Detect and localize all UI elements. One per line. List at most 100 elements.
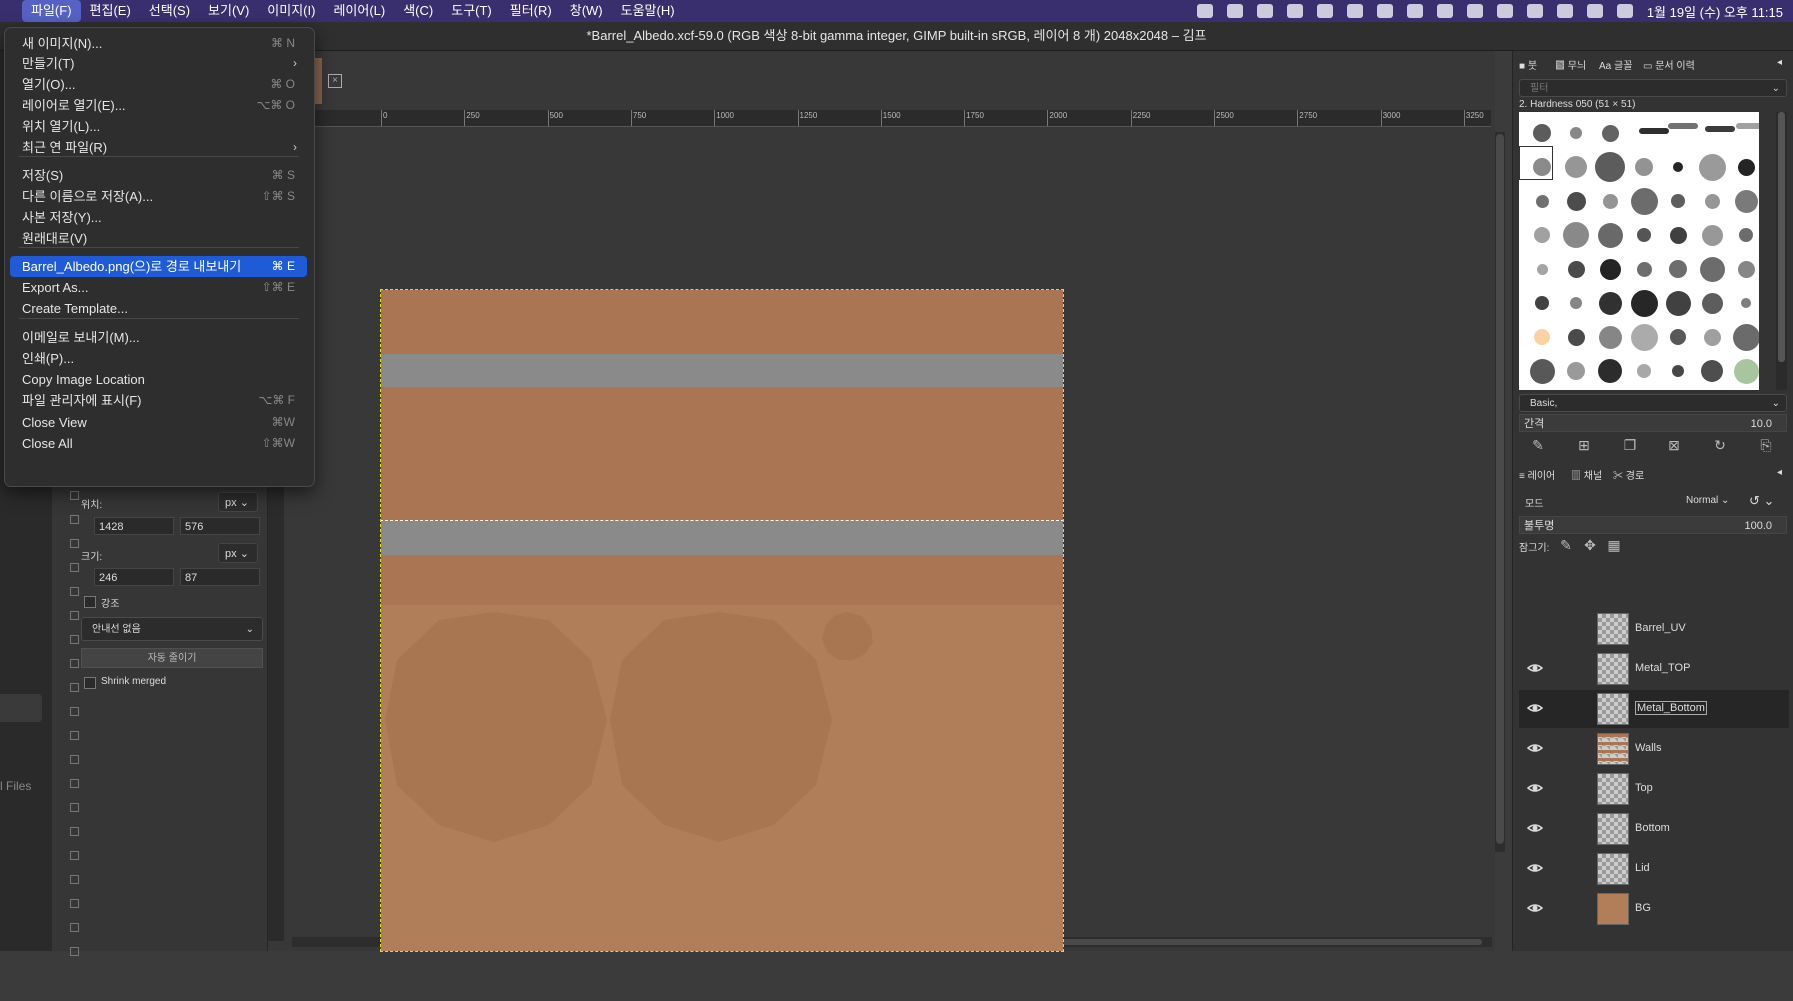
open-as-image-icon[interactable]: ⎘ — [1757, 436, 1775, 454]
brush-sample[interactable] — [1673, 162, 1683, 172]
layer-row[interactable]: Walls — [1519, 730, 1789, 768]
menu-file[interactable]: 파일(F) — [22, 0, 81, 22]
clock[interactable]: 1월 19일 (수) 오후 11:15 — [1647, 2, 1783, 21]
layer-row[interactable]: Barrel_UV — [1519, 610, 1789, 648]
tool-checkbox[interactable] — [70, 947, 79, 956]
layer-name[interactable]: Barrel_UV — [1635, 622, 1686, 634]
tool-checkbox[interactable] — [70, 923, 79, 932]
tool-checkbox[interactable] — [70, 515, 79, 524]
brush-sample[interactable] — [1637, 228, 1651, 242]
brush-sample[interactable] — [1599, 258, 1621, 280]
file-menu-item[interactable]: Barrel_Albedo.png(으)로 경로 내보내기 ⌘ E — [10, 256, 307, 277]
brush-sample[interactable] — [1669, 260, 1687, 278]
position-y-input[interactable]: 576 — [180, 517, 260, 535]
dock-menu-icon[interactable]: ◂ — [1777, 467, 1782, 478]
file-menu-item[interactable]: 열기(O)... ⌘ O — [10, 74, 307, 95]
brush-sample[interactable] — [1535, 296, 1549, 310]
layer-name[interactable]: Metal_TOP — [1635, 662, 1690, 674]
brush-sample[interactable] — [1535, 194, 1549, 208]
brush-scrollbar[interactable] — [1776, 112, 1787, 390]
mode-dropdown[interactable]: Normal ⌄ — [1686, 495, 1729, 506]
brush-sample[interactable] — [1630, 187, 1658, 215]
eye-icon[interactable] — [1526, 660, 1544, 676]
brush-sample[interactable] — [1598, 325, 1622, 349]
brush-sample[interactable] — [1536, 263, 1548, 275]
vscode-icon[interactable] — [1226, 4, 1243, 18]
brush-sample[interactable] — [1534, 227, 1550, 243]
wifi-icon[interactable] — [1406, 4, 1423, 18]
menu-help[interactable]: 도움말(H) — [612, 0, 684, 22]
scroll-thumb[interactable] — [1778, 112, 1785, 362]
brush-sample[interactable] — [1703, 328, 1721, 346]
tool-checkbox[interactable] — [70, 563, 79, 572]
brush-sample[interactable] — [1630, 323, 1658, 351]
tool-checkbox[interactable] — [70, 707, 79, 716]
tool-checkbox[interactable] — [70, 899, 79, 908]
brush-sample[interactable] — [1733, 358, 1759, 384]
position-x-input[interactable]: 1428 — [94, 517, 174, 535]
brush-sample[interactable] — [1701, 224, 1723, 246]
tool-checkbox[interactable] — [70, 755, 79, 764]
file-menu-item[interactable]: 이메일로 보내기(M)... — [10, 327, 307, 348]
brush-sample[interactable] — [1563, 222, 1589, 248]
brush-sample[interactable] — [1701, 360, 1723, 382]
layer-name[interactable]: Top — [1635, 782, 1653, 794]
eye-icon[interactable] — [1526, 700, 1544, 716]
file-menu-item[interactable]: 저장(S) ⌘ S — [10, 165, 307, 186]
teamviewer-icon[interactable] — [1256, 4, 1273, 18]
menu-filters[interactable]: 필터(R) — [501, 0, 561, 22]
brush-sample[interactable] — [1670, 329, 1686, 345]
layer-name[interactable]: Metal_Bottom — [1635, 701, 1707, 715]
eye-icon[interactable] — [1526, 780, 1544, 796]
brush-sample[interactable] — [1567, 328, 1585, 346]
brushes-tab[interactable]: ■ 붓 — [1519, 57, 1537, 72]
sync-icon[interactable] — [1286, 4, 1303, 18]
horizontal-ruler[interactable]: 0 250 500 750 1000 1250 1500 1750 2000 2250 2500 27… — [315, 110, 1491, 127]
layer-row[interactable]: Bottom — [1519, 810, 1789, 848]
brush-sample[interactable] — [1630, 289, 1658, 317]
history-tab[interactable]: ▭ 문서 이력 — [1643, 57, 1695, 72]
shrink-merged-checkbox[interactable] — [84, 677, 96, 689]
car-icon[interactable] — [1436, 4, 1453, 18]
tool-checkbox[interactable] — [70, 587, 79, 596]
dock-menu-icon[interactable]: ◂ — [1777, 57, 1782, 68]
brush-sample[interactable] — [1672, 365, 1684, 377]
layer-row[interactable]: BG — [1519, 890, 1789, 928]
brush-sample[interactable] — [1704, 193, 1720, 209]
vpn-icon[interactable] — [1196, 4, 1213, 18]
control-center-icon[interactable] — [1586, 4, 1603, 18]
eye-icon[interactable] — [1527, 620, 1543, 636]
file-menu-item[interactable]: 새 이미지(N)... ⌘ N — [10, 33, 307, 54]
menu-view[interactable]: 보기(V) — [199, 0, 258, 22]
brush-sample[interactable] — [1534, 329, 1550, 345]
file-menu-item[interactable]: 사본 저장(Y)... — [10, 207, 307, 228]
image-canvas[interactable] — [380, 289, 1064, 952]
brush-sample[interactable] — [1597, 222, 1623, 248]
brush-sample[interactable] — [1704, 125, 1735, 132]
battery-icon[interactable] — [1526, 4, 1543, 18]
vertical-scrollbar[interactable] — [1495, 132, 1505, 852]
guides-dropdown[interactable]: 안내선 없음 ⌄ — [81, 617, 263, 641]
size-unit-select[interactable]: px ⌄ — [218, 543, 258, 563]
brush-sample[interactable] — [1598, 359, 1622, 383]
layers-tab[interactable]: ≡ 레이어 — [1519, 467, 1555, 482]
spacing-field[interactable]: 간격 10.0 — [1519, 414, 1787, 432]
play-icon[interactable] — [1376, 4, 1393, 18]
brush-grid[interactable] — [1519, 112, 1759, 390]
paths-tab[interactable]: ✂ 경로 — [1613, 467, 1644, 482]
auto-shrink-button[interactable]: 자동 줄이기 — [81, 648, 263, 668]
brush-sample[interactable] — [1741, 298, 1751, 308]
docker-icon[interactable] — [1316, 4, 1333, 18]
file-menu-item[interactable]: 위치 열기(L)... — [10, 116, 307, 137]
brush-sample[interactable] — [1533, 124, 1551, 142]
layer-row[interactable]: Metal_TOP — [1519, 650, 1789, 688]
opacity-field[interactable]: 불투명 100.0 — [1519, 516, 1787, 534]
tool-checkbox[interactable] — [70, 611, 79, 620]
tool-checkbox[interactable] — [70, 635, 79, 644]
channels-tab[interactable]: ▥ 채널 — [1571, 467, 1602, 482]
tool-checkbox[interactable] — [70, 491, 79, 500]
tool-checkbox[interactable] — [70, 731, 79, 740]
brush-sample[interactable] — [1602, 193, 1618, 209]
close-icon[interactable]: × — [328, 74, 342, 88]
brush-sample[interactable] — [1570, 127, 1582, 139]
